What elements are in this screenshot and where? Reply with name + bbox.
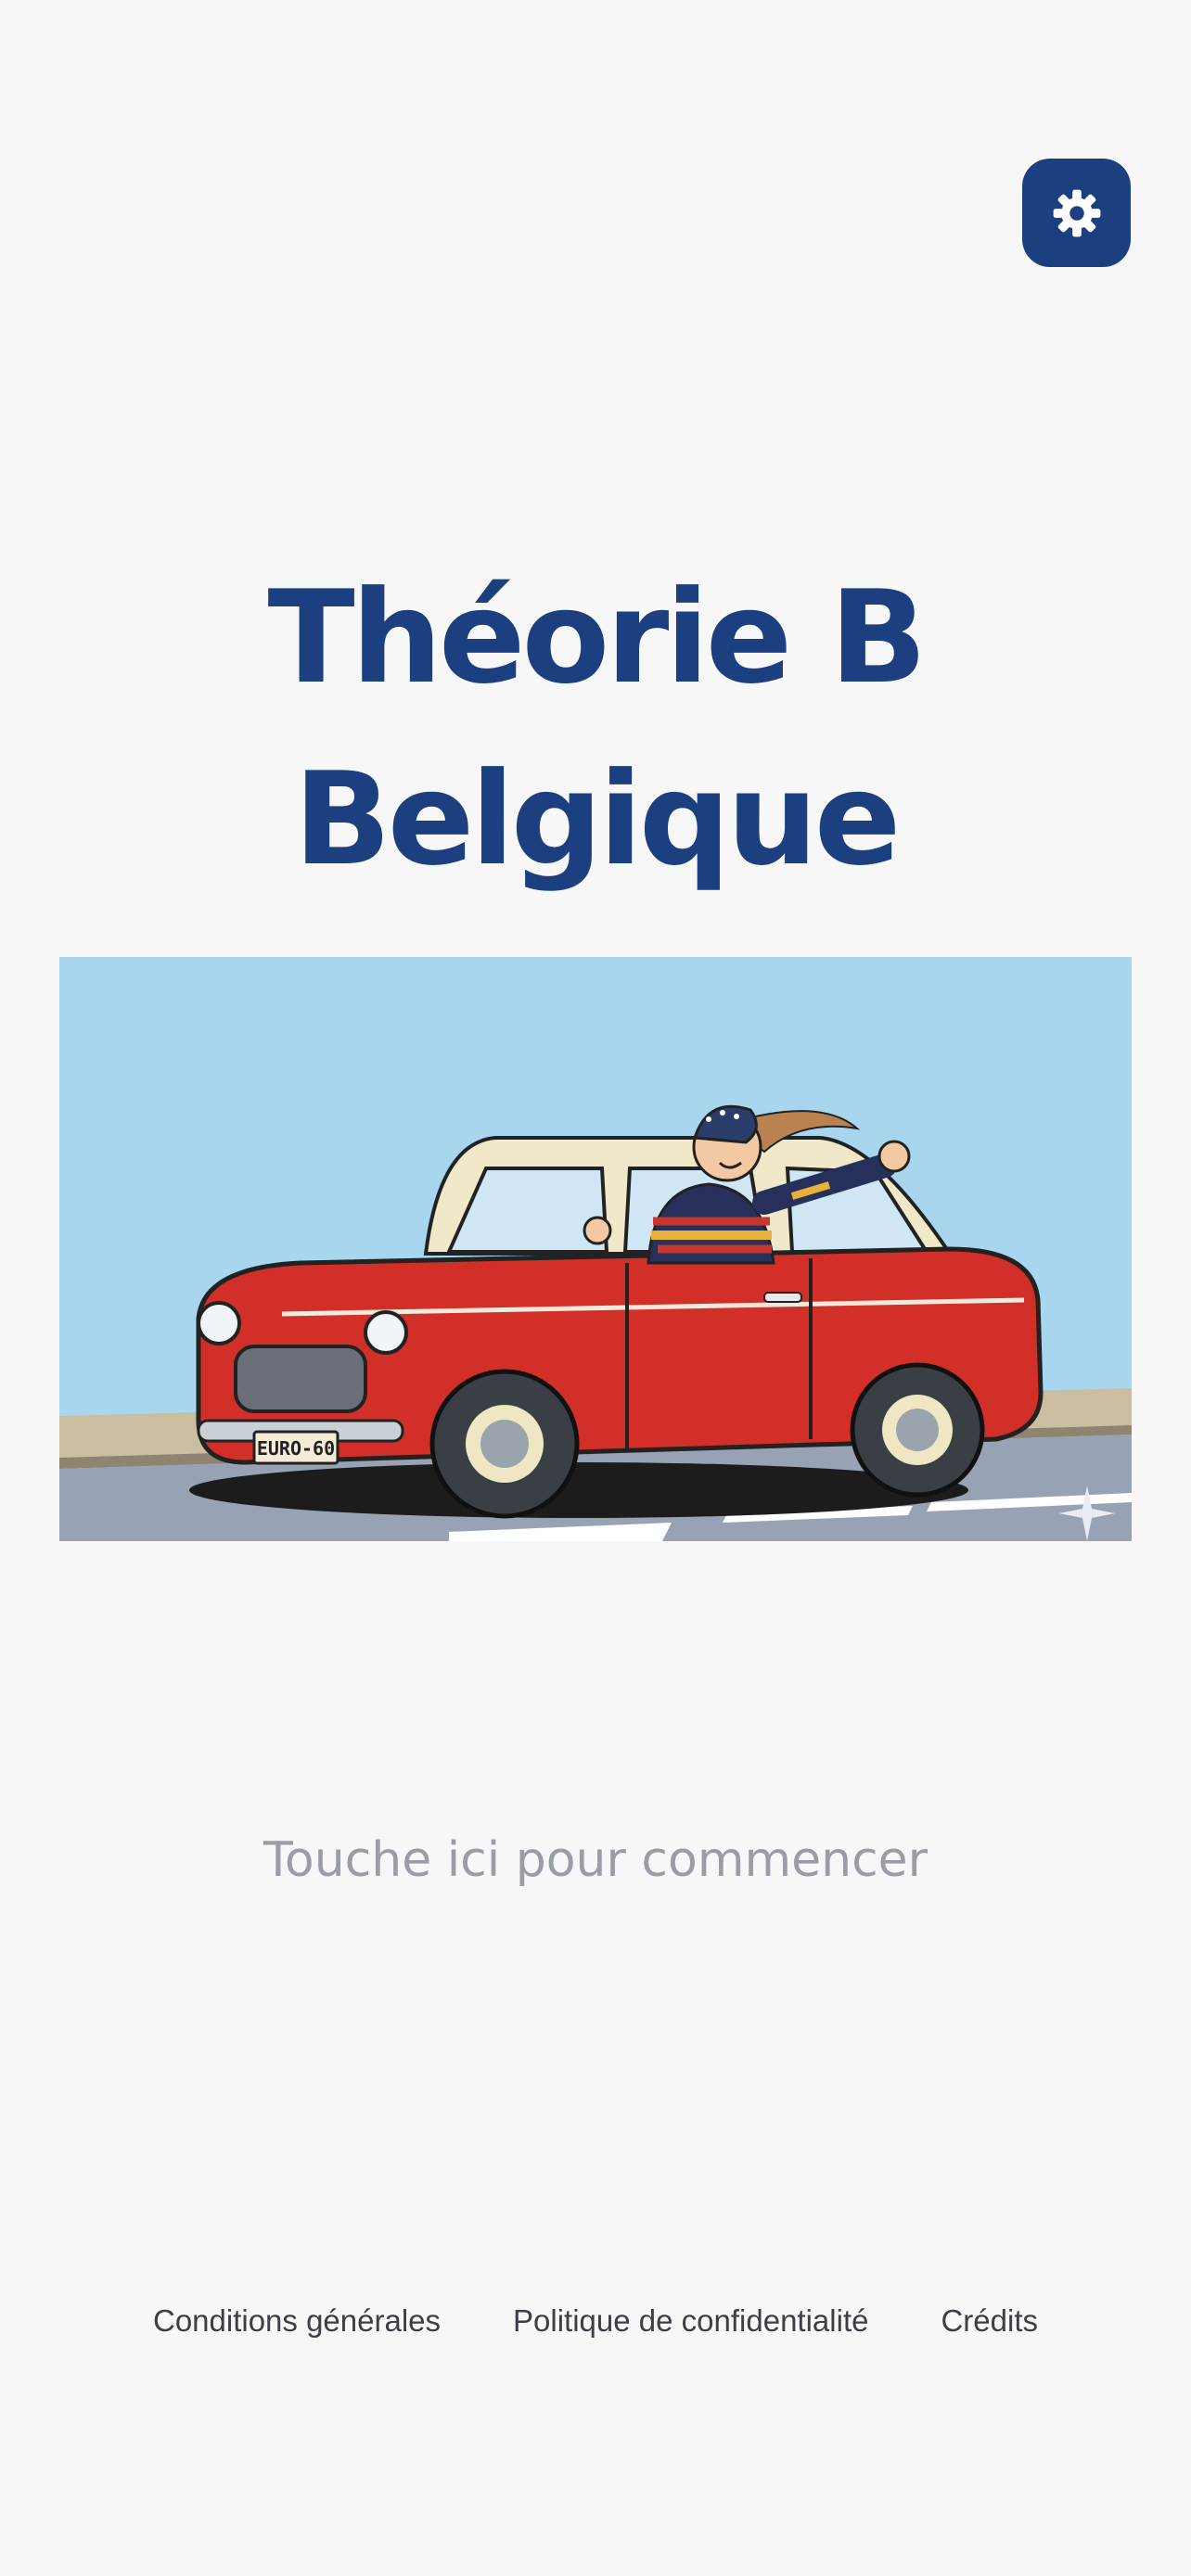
gear-icon <box>1053 189 1100 236</box>
credits-link[interactable]: Crédits <box>941 2303 1038 2339</box>
hero-illustration: EURO-60 <box>59 957 1132 1541</box>
app-title-line2: Belgique <box>293 745 902 894</box>
license-plate: EURO-60 <box>257 1437 335 1460</box>
app-title: Théorie B Belgique <box>0 547 1191 911</box>
terms-link[interactable]: Conditions générales <box>153 2303 441 2339</box>
car-illustration: EURO-60 <box>59 957 1132 1541</box>
footer-links: Conditions générales Politique de confid… <box>0 2303 1191 2339</box>
start-button[interactable]: Touche ici pour commencer <box>0 1832 1191 1888</box>
app-title-line1: Théorie B <box>267 563 928 712</box>
settings-button[interactable] <box>1022 159 1131 267</box>
privacy-link[interactable]: Politique de confidentialité <box>513 2303 868 2339</box>
